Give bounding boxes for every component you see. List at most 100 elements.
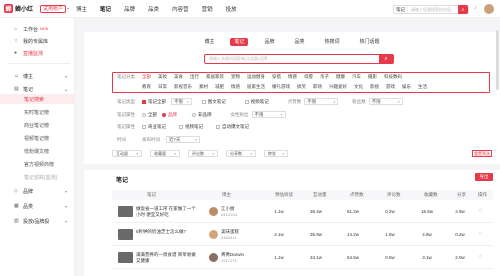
note-thumbnail[interactable] xyxy=(118,252,133,263)
category-option[interactable]: 运动健身 xyxy=(247,74,265,80)
chip-share[interactable]: 分享数 ▾ xyxy=(226,150,256,157)
category-option[interactable]: 科技数码 xyxy=(384,74,402,80)
category-option[interactable]: 教育 xyxy=(142,84,151,90)
workspace-switcher[interactable]: 试用账户 ▾ xyxy=(40,4,70,13)
note-search-input[interactable]: 请输入关键词搜索笔记/话题/品牌 xyxy=(209,56,379,62)
category-option[interactable]: 情感 xyxy=(231,84,240,90)
category-option[interactable]: 美食 xyxy=(174,74,183,80)
category-option[interactable]: 生活 xyxy=(418,84,427,90)
category-option[interactable]: 职场 xyxy=(313,84,322,90)
note-title[interactable]: 满满营养的一周食谱 简单易做又健康 xyxy=(136,252,198,263)
star-icon[interactable]: ☆ xyxy=(478,254,482,260)
note-type-all[interactable]: 笔记全部 xyxy=(142,99,166,105)
search-icon[interactable]: ⌕ xyxy=(458,5,468,14)
tab-hotwords[interactable]: 热搜词 xyxy=(321,38,344,46)
checkbox[interactable] xyxy=(216,125,220,129)
sidebar-sub-realtime[interactable]: 实时笔记榜 xyxy=(0,107,75,117)
star-icon[interactable]: ☆ xyxy=(478,208,482,214)
checkbox[interactable] xyxy=(179,125,183,129)
radio[interactable] xyxy=(162,112,166,117)
likes-dropdown[interactable]: 不限 ▾ xyxy=(304,98,339,105)
category-option[interactable]: 情感 xyxy=(288,74,297,80)
topnav-category[interactable]: 品类 xyxy=(148,5,159,13)
category-option[interactable]: 亲子 xyxy=(320,74,329,80)
topnav-blogger[interactable]: 博主 xyxy=(76,5,87,13)
checkbox[interactable] xyxy=(142,125,146,129)
logo[interactable]: 蝉 蝉小红 xyxy=(4,4,36,13)
checkbox[interactable] xyxy=(142,99,146,104)
category-option[interactable]: 减肥 xyxy=(215,84,224,90)
tab-brand[interactable]: 品牌 xyxy=(260,38,278,46)
sidebar-item-live[interactable]: ● 直播监测 xyxy=(0,48,75,58)
tab-notes[interactable]: 笔记 xyxy=(230,38,249,46)
category-option[interactable]: 搞笑 xyxy=(297,84,306,90)
category-option[interactable]: 汽车 xyxy=(352,74,361,80)
table-row[interactable]: 满满营养的一周食谱 简单易做又健康 菁菁Darwin 2217171 1.1w … xyxy=(112,247,493,269)
attr-auto[interactable]: 自动爆文笔记 xyxy=(216,124,249,130)
sidebar-item-notes[interactable]: ▤ 笔记 ▴ xyxy=(0,84,75,94)
blogger-avatar[interactable] xyxy=(209,253,218,262)
blogger-avatar[interactable] xyxy=(209,230,218,239)
category-option[interactable]: 游戏 xyxy=(386,84,395,90)
topnav-ads[interactable]: 投放 xyxy=(226,5,237,13)
sidebar-sub-tracking[interactable]: 笔记追踪(监测) xyxy=(0,172,75,182)
sidebar-item-category[interactable]: ▦ 品类 ▾ xyxy=(0,201,75,211)
sidebar-sub-lowfans[interactable]: 低粉爆文榜 xyxy=(0,146,75,156)
tab-topics[interactable]: 热门话题 xyxy=(356,38,384,46)
brand-option[interactable]: 非品牌 xyxy=(192,112,212,118)
fans-dropdown[interactable]: 不限 ▾ xyxy=(368,98,403,105)
category-option[interactable]: 摄影 xyxy=(368,74,377,80)
note-type-video[interactable]: 视频笔记 xyxy=(244,99,269,105)
search-icon[interactable]: ⌕ xyxy=(379,54,393,64)
th-interaction[interactable]: 互动量 xyxy=(313,192,327,198)
sidebar-item-library[interactable]: ☆ 我的专属库 xyxy=(0,36,75,46)
chip-comment[interactable]: 评论数 ▾ xyxy=(188,150,218,157)
table-row[interactable]: 5秒钟的奶油芝士怎么做? 美味蛋糕 2454411 2.1w 36.9w 14.… xyxy=(112,224,493,246)
reset-button[interactable]: 重置筛选 xyxy=(472,150,492,157)
tab-blogger[interactable]: 博主 xyxy=(200,38,218,46)
checkbox[interactable] xyxy=(201,99,206,104)
radio[interactable] xyxy=(192,112,196,117)
top-search-select[interactable]: 笔记 xyxy=(394,6,408,13)
time-dropdown[interactable]: 近7天 ▾ xyxy=(166,136,200,143)
category-option[interactable]: 日常 xyxy=(158,84,167,90)
table-row[interactable]: 做饭省一道工序 在家做了一个小时 便宜又好吃 江小厨 24101111 1.1w… xyxy=(112,201,493,223)
chip-forward[interactable]: 转发 ▾ xyxy=(264,150,288,157)
topnav-marketing[interactable]: 营销 xyxy=(202,5,213,13)
sidebar-item-blogger[interactable]: ☺ 博主 ▾ xyxy=(0,71,75,81)
checkbox[interactable] xyxy=(244,99,249,104)
export-button[interactable]: 导出 xyxy=(475,173,493,181)
sidebar-item-ads[interactable]: ▥ 投放/品牌投 ▾ xyxy=(0,216,75,226)
star-icon[interactable]: ☆ xyxy=(478,231,482,237)
attr-video[interactable]: 视频笔记 xyxy=(179,124,203,130)
category-option[interactable]: 全部 xyxy=(142,74,151,80)
th-collects[interactable]: 收藏数 xyxy=(424,192,438,198)
category-option[interactable]: 娱乐 xyxy=(402,84,411,90)
th-comments[interactable]: 评论数 xyxy=(387,192,401,198)
category-option[interactable]: 素材 xyxy=(199,84,208,90)
sidebar-sub-official[interactable]: 官方视频商榜 xyxy=(0,159,75,169)
female-fans-dropdown[interactable]: 不限 ▾ xyxy=(251,111,286,118)
radio[interactable] xyxy=(142,112,146,117)
top-search-input[interactable]: 请输入您要搜索的内容 xyxy=(411,7,458,13)
brand-option[interactable]: 全部 xyxy=(142,112,157,118)
category-option[interactable]: 美妆 xyxy=(158,74,167,80)
tab-category[interactable]: 品类 xyxy=(291,38,309,46)
category-option[interactable]: 出行 xyxy=(190,74,199,80)
blogger-avatar[interactable] xyxy=(209,207,218,216)
note-title[interactable]: 5秒钟的奶油芝士怎么做? xyxy=(136,229,198,235)
topnav-notes[interactable]: 笔记 xyxy=(100,5,111,13)
note-thumbnail[interactable] xyxy=(118,206,133,217)
note-thumbnail[interactable] xyxy=(118,229,133,240)
attr-commercial[interactable]: 商业笔记 xyxy=(142,124,166,130)
category-option[interactable]: 健康 xyxy=(336,74,345,80)
category-option[interactable]: 宠物 xyxy=(231,74,240,80)
category-option[interactable]: 兴趣爱好 xyxy=(329,84,347,90)
chip-collect[interactable]: 收藏量 ▾ xyxy=(150,150,180,157)
category-option[interactable]: 家居家装 xyxy=(206,74,224,80)
th-share[interactable]: 分享 xyxy=(457,192,466,198)
brand-option[interactable]: 品牌 xyxy=(162,112,177,118)
note-title[interactable]: 做饭省一道工序 在家做了一个小时 便宜又好吃 xyxy=(136,206,198,217)
sidebar-item-workbench[interactable]: ⌂ 工作台 NEW xyxy=(0,24,75,34)
category-option[interactable]: 影视音乐 xyxy=(174,84,192,90)
